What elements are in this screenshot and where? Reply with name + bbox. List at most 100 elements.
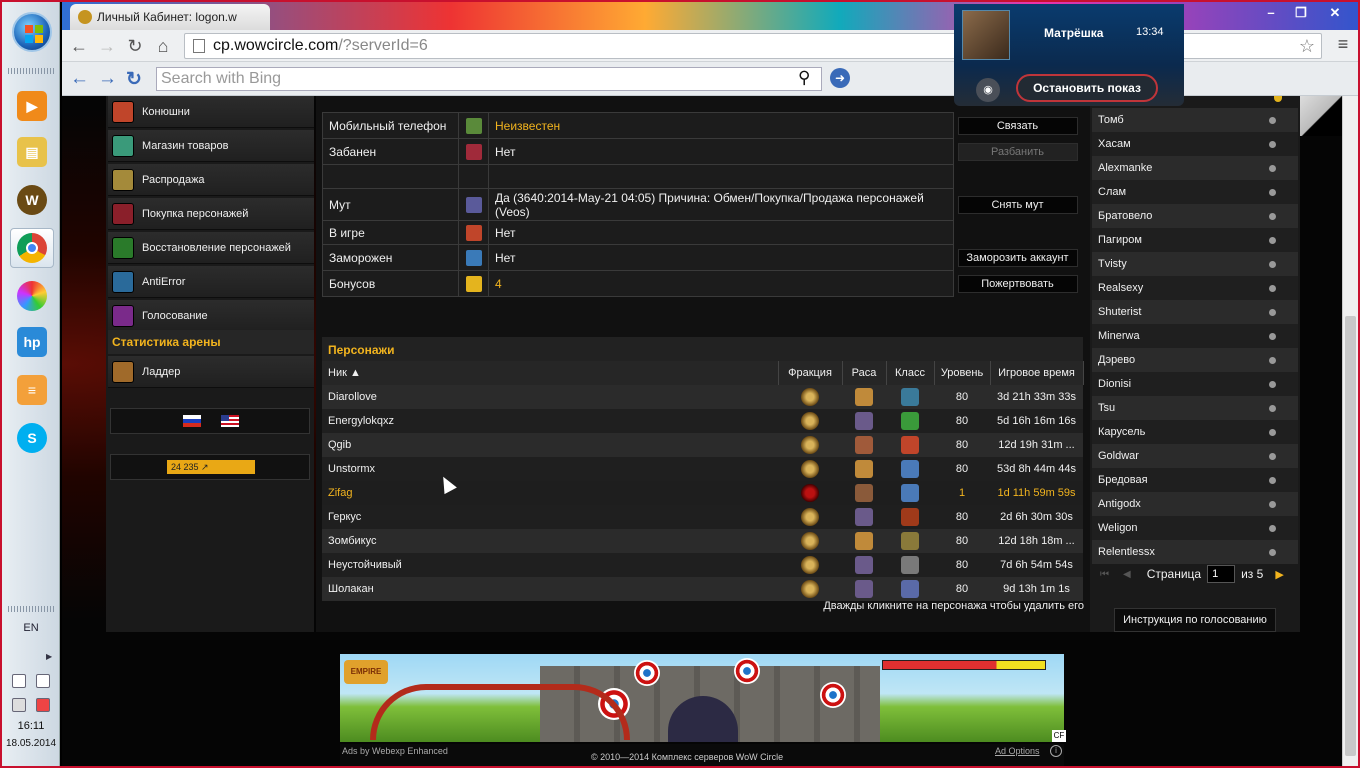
close-window-button[interactable]: ✕ — [1322, 4, 1348, 22]
list-item[interactable]: Minerwa — [1092, 324, 1298, 348]
table-row[interactable]: Зомбикус 80 12d 18h 18m ... — [322, 529, 1083, 553]
sidebar-item[interactable]: Магазин товаров — [108, 130, 314, 162]
list-item[interactable]: Realsexy — [1092, 276, 1298, 300]
list-item[interactable]: Tsu — [1092, 396, 1298, 420]
character-name[interactable]: Energylokqxz — [322, 409, 778, 433]
list-item[interactable]: Дэрево — [1092, 348, 1298, 372]
list-item[interactable]: Карусель — [1092, 420, 1298, 444]
table-row[interactable]: Zifag 1 1d 11h 59m 59s — [322, 481, 1083, 505]
reload-button[interactable]: ↻ — [124, 35, 146, 57]
column-header[interactable]: Игровое время — [990, 361, 1084, 385]
first-page-icon[interactable]: ⏮ — [1100, 569, 1109, 580]
table-row[interactable]: Diarollove 80 3d 21h 33m 33s — [322, 385, 1083, 409]
account-action-button[interactable]: Разбанить — [957, 142, 1078, 161]
ad-cf-badge[interactable]: CF — [1052, 730, 1066, 742]
info-icon[interactable]: i — [1050, 745, 1062, 757]
character-name[interactable]: Zifag — [322, 481, 778, 505]
taskbar-grip-2[interactable] — [8, 606, 54, 612]
list-item[interactable]: Goldwar — [1092, 444, 1298, 468]
bing-back-icon[interactable]: ← — [70, 68, 89, 90]
table-row[interactable]: Неустойчивый 80 7d 6h 54m 54s — [322, 553, 1083, 577]
camera-icon[interactable]: ◉ — [976, 78, 1000, 102]
tray-alert-icon[interactable] — [36, 698, 50, 712]
column-header[interactable]: Ник ▲ — [322, 361, 779, 385]
column-header[interactable]: Уровень — [934, 361, 991, 385]
list-item[interactable]: Пагиром — [1092, 228, 1298, 252]
character-name[interactable]: Геркус — [322, 505, 778, 529]
search-icon[interactable]: ⚲ — [798, 68, 810, 88]
account-action-button[interactable]: Заморозить аккаунт — [957, 248, 1078, 267]
prev-page-icon[interactable]: ◀ — [1123, 569, 1131, 580]
character-name[interactable]: Qgib — [322, 433, 778, 457]
list-item[interactable]: Слам — [1092, 180, 1298, 204]
maximize-button[interactable]: ❐ — [1288, 4, 1314, 22]
list-item[interactable]: Shuterist — [1092, 300, 1298, 324]
sidebar-item[interactable]: Голосование — [108, 300, 314, 332]
character-name[interactable]: Unstormx — [322, 457, 778, 481]
character-name[interactable]: Diarollove — [322, 385, 778, 409]
account-action-button[interactable]: Связать — [957, 116, 1078, 135]
visit-counter[interactable]: 24 235 ↗ — [167, 460, 255, 474]
ad-banner[interactable]: EMPIRE — [340, 654, 1064, 742]
page-number-input[interactable] — [1207, 565, 1236, 583]
ad-options-link[interactable]: Ad Options — [995, 746, 1040, 756]
list-item[interactable]: Antigodx — [1092, 492, 1298, 516]
chrome-menu-icon[interactable]: ≡ — [1332, 34, 1354, 56]
list-item[interactable]: Tvisty — [1092, 252, 1298, 276]
sidebar-item[interactable]: Конюшни — [108, 96, 314, 128]
taskbar-media-player[interactable]: ▶ — [10, 86, 54, 126]
bing-forward-icon[interactable]: → — [98, 68, 117, 90]
tray-expand-icon[interactable]: ▶ — [46, 652, 52, 661]
sidebar-item[interactable]: Распродажа — [108, 164, 314, 196]
list-item[interactable]: Relentlessx — [1092, 540, 1298, 564]
taskbar-wow[interactable]: W — [10, 180, 54, 220]
account-action-button[interactable]: Пожертвовать — [957, 274, 1078, 293]
table-row[interactable]: Energylokqxz 80 5d 16h 16m 16s — [322, 409, 1083, 433]
language-indicator[interactable]: EN — [2, 622, 60, 634]
list-item[interactable]: Dionisi — [1092, 372, 1298, 396]
clock-date[interactable]: 18.05.2014 — [2, 738, 60, 749]
bookmark-star-icon[interactable]: ☆ — [1299, 36, 1315, 57]
us-flag-icon[interactable] — [221, 415, 239, 427]
character-name[interactable]: Неустойчивый — [322, 553, 778, 577]
column-header[interactable]: Класс — [886, 361, 935, 385]
tray-network-icon[interactable] — [12, 674, 26, 688]
character-name[interactable]: Зомбикус — [322, 529, 778, 553]
home-button[interactable]: ⌂ — [152, 35, 174, 57]
sidebar-item-ladder[interactable]: Ладдер — [108, 356, 314, 388]
voting-instruction-button[interactable]: Инструкция по голосованию — [1114, 608, 1276, 632]
tray-device-icon[interactable] — [36, 674, 50, 688]
forward-button[interactable]: → — [96, 35, 118, 57]
taskbar-picasa[interactable] — [10, 276, 54, 316]
bing-go-button[interactable]: ➜ — [830, 68, 850, 88]
account-action-button[interactable]: Снять мут — [957, 195, 1078, 214]
sidebar-item[interactable]: Покупка персонажей — [108, 198, 314, 230]
taskbar-hp[interactable]: hp — [10, 322, 54, 362]
taskbar-grip[interactable] — [8, 68, 54, 74]
column-header[interactable]: Фракция — [778, 361, 843, 385]
back-button[interactable]: ← — [68, 35, 90, 57]
character-name[interactable]: Шолакан — [322, 577, 778, 601]
table-row[interactable]: Геркус 80 2d 6h 30m 30s — [322, 505, 1083, 529]
browser-tab[interactable]: Личный Кабинет: logon.w — [70, 4, 270, 30]
list-item[interactable]: Бредовая — [1092, 468, 1298, 492]
minimize-button[interactable]: – — [1258, 4, 1284, 22]
table-row[interactable]: Qgib 80 12d 19h 31m ... — [322, 433, 1083, 457]
list-item[interactable]: Alexmanke — [1092, 156, 1298, 180]
taskbar-sheets[interactable]: ≡ — [10, 370, 54, 410]
list-item[interactable]: Хасам — [1092, 132, 1298, 156]
taskbar-skype[interactable]: S — [10, 418, 54, 458]
list-item[interactable]: Братовело — [1092, 204, 1298, 228]
russian-flag-icon[interactable] — [183, 415, 201, 427]
sidebar-item[interactable]: AntiError — [108, 266, 314, 298]
bing-refresh-icon[interactable]: ↻ — [126, 68, 142, 91]
table-row[interactable]: Шолакан 80 9d 13h 1m 1s — [322, 577, 1083, 601]
list-item[interactable]: Weligon — [1092, 516, 1298, 540]
taskbar-chrome[interactable] — [10, 228, 54, 268]
table-row[interactable]: Unstormx 80 53d 8h 44m 44s — [322, 457, 1083, 481]
next-page-icon[interactable]: ▶ — [1275, 568, 1283, 581]
sidebar-item[interactable]: Восстановление персонажей — [108, 232, 314, 264]
column-header[interactable]: Раса — [842, 361, 887, 385]
clock-time[interactable]: 16:11 — [2, 720, 60, 732]
tray-volume-icon[interactable] — [12, 698, 26, 712]
